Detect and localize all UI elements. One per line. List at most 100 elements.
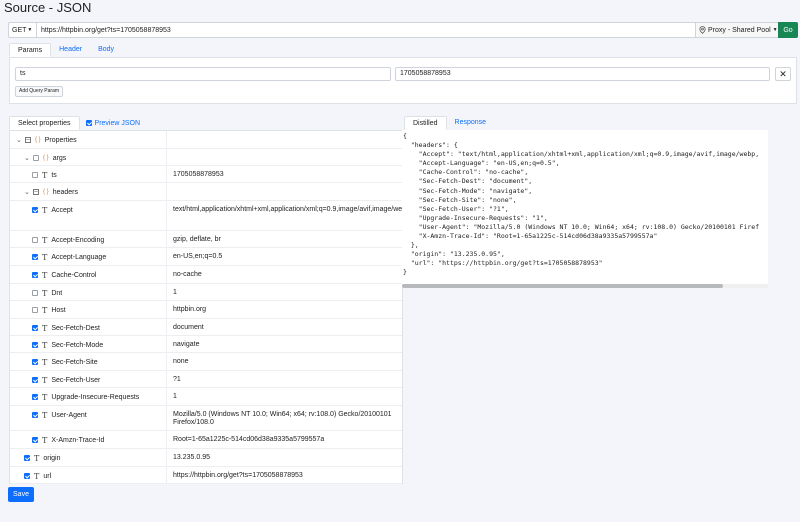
proxy-select[interactable]: Proxy - Shared Pool ▼ — [695, 23, 778, 37]
text-type-icon: T — [42, 288, 48, 298]
tree-key-content: ⌄ { } args — [24, 154, 67, 163]
tab-response[interactable]: Response — [447, 116, 495, 130]
chevron-down-icon: ▼ — [27, 27, 33, 33]
tree-row: T Host httpbin.org — [10, 301, 402, 319]
tree-key-cell: T Sec-Fetch-Site — [10, 353, 167, 370]
tree-key-content: T Accept — [32, 205, 73, 215]
property-checkbox[interactable] — [32, 237, 38, 243]
tree-key-cell: T Sec-Fetch-Dest — [10, 319, 167, 335]
indeterminate-checkbox[interactable]: – — [33, 189, 39, 195]
text-type-icon: T — [42, 205, 48, 215]
text-type-icon: T — [42, 375, 48, 385]
add-query-param-button[interactable]: Add Query Param — [15, 86, 64, 97]
property-checkbox[interactable] — [24, 473, 30, 479]
tab-distilled[interactable]: Distilled — [404, 116, 447, 130]
property-label: Host — [51, 306, 66, 314]
chevron-down-icon[interactable]: ⌄ — [16, 136, 22, 144]
tree-key-cell: T Dnt — [10, 284, 167, 300]
text-type-icon: T — [34, 453, 40, 463]
property-checkbox[interactable] — [32, 342, 38, 348]
tree-key-content: Turl — [24, 471, 52, 481]
tree-key-content: T Dnt — [32, 288, 62, 298]
tree-row: T Sec-Fetch-Site none — [10, 353, 402, 371]
tree-key-content: T X-Amzn-Trace-Id — [32, 435, 105, 445]
scrollbar-thumb[interactable] — [402, 284, 723, 288]
object-icon: { } — [43, 189, 49, 195]
tree-row: T Accept-Encoding gzip, deflate, br — [10, 231, 402, 248]
tree-key-cell: T Upgrade-Insecure-Requests — [10, 388, 167, 405]
preview-json-checkbox[interactable] — [85, 120, 92, 126]
property-value: en-US,en;q=0.5 — [173, 253, 223, 260]
text-type-icon: T — [34, 471, 40, 481]
property-label: ts — [51, 171, 57, 179]
object-icon: { } — [35, 137, 41, 143]
property-label: url — [43, 472, 52, 480]
property-checkbox[interactable] — [32, 325, 38, 331]
chevron-down-icon[interactable]: ⌄ — [24, 188, 30, 196]
property-label: X-Amzn-Trace-Id — [51, 436, 105, 444]
property-checkbox[interactable] — [32, 437, 38, 443]
param-key-input[interactable]: ts — [15, 67, 391, 81]
property-checkbox[interactable] — [32, 290, 38, 296]
text-type-icon: T — [42, 410, 48, 420]
tree-key-content: T Sec-Fetch-Dest — [32, 324, 100, 333]
property-checkbox[interactable] — [32, 377, 38, 383]
property-checkbox[interactable] — [32, 394, 38, 400]
param-value-input[interactable]: 1705058878953 — [395, 67, 770, 81]
property-checkbox[interactable] — [32, 207, 38, 213]
page-title: Source - JSON — [4, 0, 92, 15]
method-select[interactable]: GET ▼ — [9, 23, 37, 37]
property-label: Sec-Fetch-Mode — [51, 341, 104, 349]
property-checkbox[interactable] — [32, 272, 38, 278]
tree-row: T X-Amzn-Trace-Id Root=1-65a1225c-514cd06d… — [10, 431, 402, 449]
indeterminate-checkbox[interactable]: – — [25, 137, 31, 143]
object-icon: { } — [43, 155, 49, 161]
property-label: User-Agent — [51, 411, 87, 419]
property-checkbox[interactable] — [32, 307, 38, 313]
save-button[interactable]: Save — [8, 487, 34, 502]
chevron-down-icon[interactable]: ⌄ — [24, 154, 30, 162]
property-label: args — [52, 154, 67, 162]
property-value: no-cache — [173, 271, 202, 278]
tree-row: T Sec-Fetch-User ?1 — [10, 371, 402, 388]
property-value: httpbin.org — [173, 306, 207, 313]
property-value: Root=1-65a1225c-514cd06d38a9335a5799557a — [173, 436, 325, 443]
property-checkbox[interactable] — [32, 412, 38, 418]
params-panel: ts 1705058878953 ✕ Add Query Param — [9, 57, 797, 104]
tab-select-properties[interactable]: Select properties — [9, 116, 80, 130]
property-label: Sec-Fetch-User — [51, 376, 101, 384]
text-type-icon: T — [42, 270, 48, 280]
close-icon[interactable]: ✕ — [775, 67, 791, 81]
property-checkbox[interactable] — [32, 254, 38, 260]
tree-key-cell: Tts — [10, 166, 167, 182]
preview-json-toggle[interactable]: Preview JSON — [80, 116, 147, 130]
tree-row: Turl https://httpbin.org/get?ts=170505887… — [10, 467, 402, 484]
tree-row: T Cache-Control no-cache — [10, 266, 402, 284]
property-value: gzip, deflate, br — [173, 236, 221, 243]
property-label: Sec-Fetch-Site — [51, 358, 98, 366]
property-value: navigate — [173, 341, 200, 348]
tree-key-content: Tts — [32, 171, 57, 180]
go-button[interactable]: Go — [778, 22, 798, 38]
property-checkbox[interactable] — [33, 155, 39, 161]
tab-params[interactable]: Params — [9, 43, 52, 57]
url-input[interactable]: https://httpbin.org/get?ts=1705058878953 — [37, 27, 695, 34]
property-label: Upgrade-Insecure-Requests — [51, 393, 140, 401]
tree-row: T Accept-Language en-US,en;q=0.5 — [10, 248, 402, 266]
property-label: Accept-Language — [51, 253, 107, 261]
tab-body[interactable]: Body — [90, 43, 122, 57]
property-value: https://httpbin.org/get?ts=1705058878953 — [173, 472, 303, 479]
property-checkbox[interactable] — [32, 172, 38, 178]
tree-key-cell: T Sec-Fetch-Mode — [10, 336, 167, 352]
tree-key-cell: T Accept-Encoding — [10, 231, 167, 247]
property-checkbox[interactable] — [24, 455, 30, 461]
horizontal-scrollbar[interactable] — [402, 284, 768, 288]
text-type-icon: T — [42, 435, 48, 445]
tree-key-content: T Cache-Control — [32, 270, 96, 280]
tree-key-cell: ⌄ –{ } headers — [10, 183, 167, 200]
tree-key-content: T Sec-Fetch-Mode — [32, 341, 104, 350]
text-type-icon: T — [42, 252, 48, 262]
tree-row: ⌄ { } args — [10, 149, 402, 166]
property-checkbox[interactable] — [32, 359, 38, 365]
tab-header[interactable]: Header — [51, 43, 90, 57]
